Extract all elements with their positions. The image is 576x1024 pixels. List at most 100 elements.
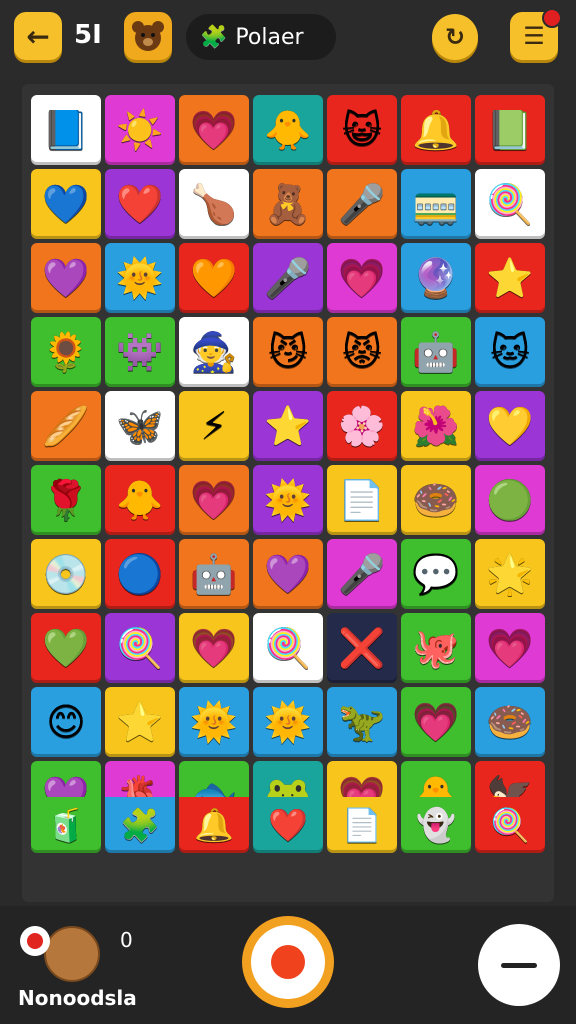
board-tile[interactable]: ⭐ [475, 243, 545, 313]
board-tile[interactable]: 🔮 [401, 243, 471, 313]
board-tile[interactable]: 🤖 [401, 317, 471, 387]
board-tile[interactable]: 🌻 [31, 317, 101, 387]
tile-icon: 🦖 [338, 700, 386, 744]
board-tile[interactable]: 🤖 [179, 539, 249, 609]
board-tile[interactable]: ⭐ [253, 391, 323, 461]
tile-icon: 📄 [342, 806, 382, 844]
board-tile[interactable]: 📗 [475, 95, 545, 165]
board-tile[interactable]: 💿 [31, 539, 101, 609]
board-tile[interactable]: ⚡ [179, 391, 249, 461]
menu-button[interactable]: ☰ [510, 8, 562, 60]
player-avatar[interactable] [20, 920, 100, 984]
tile-icon: 🍗 [190, 182, 238, 226]
tile-icon: ❤️ [116, 182, 164, 226]
board-tile[interactable]: 🔵 [105, 539, 175, 609]
board-tile[interactable]: 🐥 [253, 95, 323, 165]
board-tile[interactable]: 😊 [31, 687, 101, 757]
board-tile[interactable]: 🧩 [105, 797, 175, 853]
board-tile[interactable]: 🍗 [179, 169, 249, 239]
board-tile[interactable]: 😾 [327, 317, 397, 387]
board-tile[interactable]: 📄 [327, 465, 397, 535]
board-tile[interactable]: 👻 [401, 797, 471, 853]
board-tile[interactable]: 🎤 [253, 243, 323, 313]
board-tile[interactable]: 🚃 [401, 169, 471, 239]
board-tile[interactable]: 🟢 [475, 465, 545, 535]
profile-button[interactable] [124, 12, 172, 60]
board-tile[interactable]: 🌺 [401, 391, 471, 461]
board-tile[interactable]: 💜 [31, 243, 101, 313]
board-tile[interactable]: 🐥 [105, 465, 175, 535]
tile-icon: 🤖 [190, 552, 238, 596]
board-tile[interactable]: 🍭 [475, 169, 545, 239]
board-tile[interactable]: 🍭 [253, 613, 323, 683]
notification-dot [542, 8, 562, 28]
board-tile[interactable]: 🌟 [475, 539, 545, 609]
board-tile[interactable]: 📘 [31, 95, 101, 165]
board-tile[interactable]: 💗 [179, 95, 249, 165]
board-tile[interactable]: ❤️ [105, 169, 175, 239]
board-tile[interactable]: ❤️ [253, 797, 323, 853]
board-tile[interactable]: 🔔 [179, 797, 249, 853]
board-tile[interactable]: 💜 [253, 539, 323, 609]
board-tile[interactable]: 🎤 [327, 169, 397, 239]
tile-icon: 🍭 [486, 182, 534, 226]
refresh-button[interactable]: ↻ [432, 14, 478, 60]
player-name: Nonoodsla [18, 986, 137, 1010]
bear-avatar-icon [44, 926, 100, 982]
board-tile[interactable]: 🧸 [253, 169, 323, 239]
board-tile[interactable]: 💗 [327, 243, 397, 313]
board-tile[interactable]: 💬 [401, 539, 471, 609]
board-tile[interactable]: 🦖 [327, 687, 397, 757]
board-tile[interactable]: 🌹 [31, 465, 101, 535]
board-tile[interactable]: 🍩 [475, 687, 545, 757]
board-tile[interactable]: 💚 [31, 613, 101, 683]
board-tile[interactable]: 🔔 [401, 95, 471, 165]
tile-icon: 🌻 [42, 330, 90, 374]
board-tile[interactable]: ❌ [327, 613, 397, 683]
board-tile[interactable]: 🌞 [105, 243, 175, 313]
board-tile[interactable]: 🐱 [475, 317, 545, 387]
board-tile[interactable]: 🎤 [327, 539, 397, 609]
board-tile[interactable]: 📄 [327, 797, 397, 853]
tile-icon: 💗 [190, 108, 238, 152]
board-tile[interactable]: 🐙 [401, 613, 471, 683]
board-tile[interactable]: 🌞 [179, 687, 249, 757]
board-tile[interactable]: 🦋 [105, 391, 175, 461]
minimize-button[interactable] [478, 924, 560, 1006]
board-tile[interactable]: 🍭 [105, 613, 175, 683]
board-tile[interactable]: 🧙 [179, 317, 249, 387]
board-tile[interactable]: 🍭 [475, 797, 545, 853]
puzzle-icon: 🧩 [200, 24, 228, 50]
board-tile[interactable]: 🧃 [31, 797, 101, 853]
board-tile[interactable]: 💛 [475, 391, 545, 461]
tile-icon: 🐥 [116, 478, 164, 522]
board-tile[interactable]: ⭐ [105, 687, 175, 757]
tile-icon: 🍩 [412, 478, 460, 522]
board-tile[interactable]: 🍩 [401, 465, 471, 535]
tile-icon: ⚡ [200, 404, 228, 448]
board-tile[interactable]: 🌸 [327, 391, 397, 461]
tile-icon: 🍩 [486, 700, 534, 744]
tile-icon: 😊 [46, 700, 86, 744]
board-tile[interactable]: 😼 [253, 317, 323, 387]
board-tile[interactable]: 💗 [401, 687, 471, 757]
back-button[interactable]: ← [14, 12, 62, 60]
board-tile[interactable]: 💗 [475, 613, 545, 683]
action-button[interactable] [242, 916, 334, 1008]
board-tile[interactable]: ☀️ [105, 95, 175, 165]
tile-icon: 📘 [42, 108, 90, 152]
board-tile[interactable]: 👾 [105, 317, 175, 387]
board-tile[interactable]: 😺 [327, 95, 397, 165]
board-tile[interactable]: 🧡 [179, 243, 249, 313]
tile-icon: 🌸 [338, 404, 386, 448]
board-tile[interactable]: 💙 [31, 169, 101, 239]
board-tile[interactable]: 🌞 [253, 465, 323, 535]
tile-icon: 🔮 [412, 256, 460, 300]
tile-icon: 🧃 [46, 806, 86, 844]
tile-icon: ⭐ [264, 404, 312, 448]
player-pill[interactable]: 🧩 Polaer [186, 14, 336, 60]
board-tile[interactable]: 💗 [179, 613, 249, 683]
board-tile[interactable]: 🌞 [253, 687, 323, 757]
board-tile[interactable]: 🥖 [31, 391, 101, 461]
board-tile[interactable]: 💗 [179, 465, 249, 535]
